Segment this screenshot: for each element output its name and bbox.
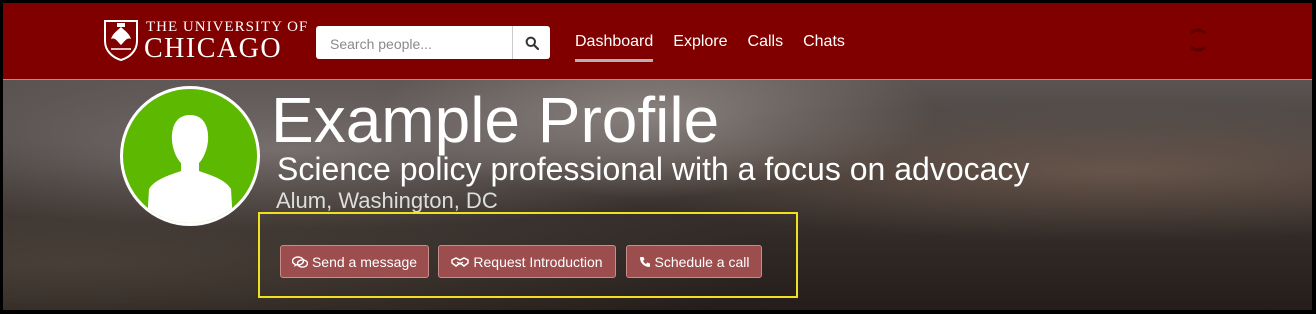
profile-avatar xyxy=(120,86,260,226)
search-icon xyxy=(525,36,539,50)
nav-dashboard[interactable]: Dashboard xyxy=(575,33,654,62)
top-header: THE UNIVERSITY OF CHICAGO Dashboard Expl… xyxy=(3,3,1312,80)
request-introduction-label: Request Introduction xyxy=(473,253,603,270)
phone-icon xyxy=(639,256,650,267)
crest-icon xyxy=(104,20,138,61)
main-nav: Dashboard Explore Calls Chats xyxy=(575,33,865,62)
profile-name: Example Profile xyxy=(271,84,720,156)
chat-bubbles-icon xyxy=(291,255,308,268)
request-introduction-button[interactable]: Request Introduction xyxy=(438,245,616,278)
person-silhouette-icon xyxy=(147,115,233,223)
schedule-call-label: Schedule a call xyxy=(654,253,750,270)
search-box xyxy=(316,26,550,60)
app-frame: THE UNIVERSITY OF CHICAGO Dashboard Expl… xyxy=(3,3,1312,310)
search-button[interactable] xyxy=(512,26,550,59)
nav-chats[interactable]: Chats xyxy=(803,33,845,62)
nav-explore[interactable]: Explore xyxy=(673,33,727,62)
faded-spinner-icon xyxy=(1189,28,1207,52)
nav-calls[interactable]: Calls xyxy=(748,33,784,62)
university-logo[interactable]: THE UNIVERSITY OF CHICAGO xyxy=(103,17,313,65)
schedule-call-button[interactable]: Schedule a call xyxy=(626,245,762,278)
logo-line2: CHICAGO xyxy=(144,33,283,64)
search-input[interactable] xyxy=(328,27,512,60)
action-buttons-highlight: Send a message Request Introduction Sche… xyxy=(258,212,798,298)
send-message-label: Send a message xyxy=(311,253,418,270)
profile-tagline: Science policy professional with a focus… xyxy=(277,151,1030,187)
handshake-icon xyxy=(451,256,470,267)
profile-location: Alum, Washington, DC xyxy=(276,188,498,213)
send-message-button[interactable]: Send a message xyxy=(280,245,429,278)
